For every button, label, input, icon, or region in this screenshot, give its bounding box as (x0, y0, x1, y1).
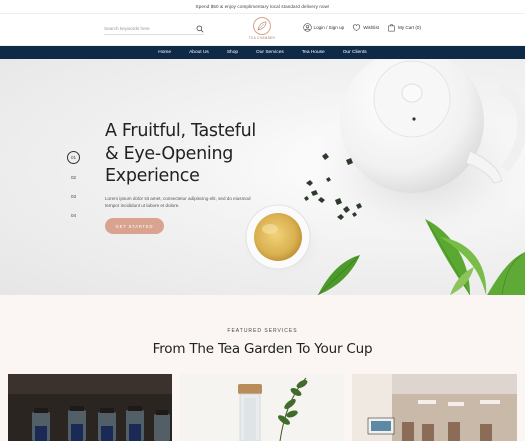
hero-description: Lorem ipsum dolor sit amet, consectetur … (105, 196, 251, 208)
wishlist-link[interactable]: Wishlist (352, 23, 379, 32)
logo-text: TEA CHAMBER (248, 36, 276, 40)
header-actions: Login / Sign up Wishlist My Cart (0) (302, 23, 421, 32)
slider-pagination: 01 02 03 04 (67, 151, 80, 221)
site-logo[interactable]: TEA CHAMBER (248, 17, 276, 44)
cart-label: My Cart (0) (398, 25, 421, 30)
slide-dot-01[interactable]: 01 (67, 151, 80, 164)
slide-dot-03[interactable]: 03 (68, 190, 80, 202)
heart-icon (353, 24, 361, 31)
hero-title-line-1: A Fruitful, Tasteful (105, 121, 256, 141)
service-card-tea-jars[interactable] (8, 374, 172, 441)
wishlist-label: Wishlist (363, 25, 380, 30)
service-cards (8, 374, 517, 441)
announcement-bar: Spend $50 & enjoy complimentary local st… (0, 0, 525, 14)
service-card-tea-shop[interactable] (352, 374, 517, 441)
search-bar (104, 23, 204, 35)
hero-slider: 01 02 03 04 A Fruitful, Tasteful & Eye-O… (0, 59, 525, 295)
tea-jars-image (8, 374, 172, 441)
nav-item-tea-house[interactable]: Tea House (293, 50, 334, 55)
nav-item-shop[interactable]: Shop (218, 50, 247, 55)
cart-link[interactable]: My Cart (0) (387, 23, 421, 32)
logo-mark (253, 17, 271, 35)
leaf-logo-icon (257, 21, 267, 31)
slide-dot-04[interactable]: 04 (68, 209, 80, 221)
tea-bottle-image (180, 374, 344, 441)
nav-item-our-services[interactable]: Our Services (247, 50, 293, 55)
login-label: Login / Sign up (313, 25, 345, 30)
hero-title: A Fruitful, Tasteful & Eye-Opening Exper… (105, 120, 295, 188)
slide-dot-02[interactable]: 02 (68, 171, 80, 183)
shopping-bag-icon (388, 24, 395, 32)
section-eyebrow: FEATURED SERVICES (227, 328, 298, 334)
hero-title-line-3: Experience (105, 166, 200, 186)
section-heading: From The Tea Garden To Your Cup (152, 341, 373, 357)
user-icon (302, 23, 312, 32)
search-input[interactable] (104, 26, 190, 31)
get-started-button[interactable]: GET STARTED (105, 218, 164, 234)
nav-item-about-us[interactable]: About Us (180, 50, 218, 55)
announcement-text: Spend $50 & enjoy complimentary local st… (195, 4, 330, 9)
service-card-tea-bottle[interactable] (180, 374, 344, 441)
login-link[interactable]: Login / Sign up (302, 23, 345, 32)
tea-shop-image (352, 374, 517, 441)
hero-title-line-2: & Eye-Opening (105, 143, 234, 164)
search-icon[interactable] (196, 25, 204, 33)
nav-item-our-clients[interactable]: Our Clients (334, 50, 376, 55)
nav-item-home[interactable]: Home (149, 50, 180, 55)
featured-services-section: FEATURED SERVICES From The Tea Garden To… (0, 295, 525, 441)
main-nav: Home About Us Shop Our Services Tea Hous… (0, 46, 525, 59)
site-header: TEA CHAMBER Login / Sign up Wishlist My … (0, 14, 525, 46)
